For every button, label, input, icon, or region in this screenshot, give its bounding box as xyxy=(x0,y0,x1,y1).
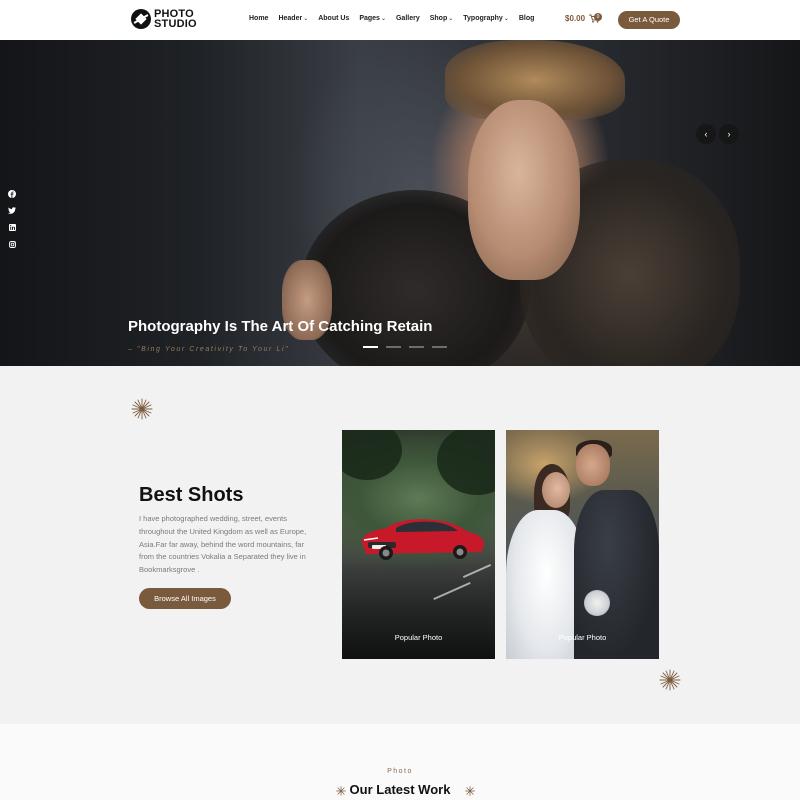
browse-all-images-button[interactable]: Browse All Images xyxy=(139,588,231,609)
section-title: Our Latest Work xyxy=(349,782,451,797)
slider-dot[interactable] xyxy=(409,346,424,348)
logo-line-2: STUDIO xyxy=(154,18,197,30)
section-eyebrow: Photo xyxy=(387,768,413,775)
section-title: Best Shots xyxy=(139,484,244,506)
nav-item-home[interactable]: Home xyxy=(249,15,268,22)
nav-item-about-us[interactable]: About Us xyxy=(318,15,349,22)
slider-prev-button[interactable]: ‹ xyxy=(696,124,716,144)
section-description: I have photographed wedding, street, eve… xyxy=(139,514,307,575)
logo-text: PHOTO STUDIO xyxy=(154,9,197,30)
nav-label: Header xyxy=(278,15,303,22)
nav-item-shop[interactable]: Shop⌄ xyxy=(430,15,454,22)
best-shots-section: Best Shots I have photographed wedding, … xyxy=(0,366,800,724)
photo-caption: Popular Photo xyxy=(394,633,443,642)
chevron-down-icon: ⌄ xyxy=(303,16,309,22)
nav-label: About Us xyxy=(318,15,350,22)
photo-card-car[interactable]: Popular Photo xyxy=(342,430,495,659)
slider-pagination xyxy=(363,346,447,348)
bride-face xyxy=(542,472,570,508)
road-marking xyxy=(462,563,492,579)
slider-dot[interactable] xyxy=(363,346,378,348)
nav-label: Blog xyxy=(518,15,535,22)
red-car-image xyxy=(362,519,484,560)
latest-work-section: Photo Our Latest Work xyxy=(0,724,800,800)
instagram-icon[interactable] xyxy=(8,241,16,250)
bouquet-image xyxy=(584,590,610,616)
nav-label: Typography xyxy=(463,15,503,22)
nav-label: Pages xyxy=(359,15,380,22)
hero-title: Photography Is The Art Of Catching Retai… xyxy=(128,318,433,335)
starburst-icon xyxy=(131,398,153,420)
photo-tree xyxy=(437,430,495,495)
photo-caption: Popular Photo xyxy=(558,633,607,642)
main-nav: Home Header⌄ About Us Pages⌄ Gallery Sho… xyxy=(249,15,544,22)
slider-dot[interactable] xyxy=(386,346,401,348)
starburst-icon xyxy=(465,786,475,796)
cart-count-badge: 0 xyxy=(594,13,602,21)
nav-label: Gallery xyxy=(395,15,420,22)
chevron-down-icon: ⌄ xyxy=(448,16,454,22)
linkedin-icon[interactable] xyxy=(8,224,16,233)
groom-face xyxy=(576,444,610,486)
chevron-down-icon: ⌄ xyxy=(503,16,509,22)
social-links xyxy=(8,190,16,250)
cart-total: $0.00 xyxy=(565,14,586,23)
slider-next-button[interactable]: › xyxy=(719,124,739,144)
nav-item-pages[interactable]: Pages⌄ xyxy=(359,15,386,22)
get-a-quote-button[interactable]: Get A Quote xyxy=(618,11,680,29)
camera-aperture-icon xyxy=(131,9,151,29)
hero-slider: ‹ › Photography Is The Art Of Catching R… xyxy=(0,40,800,366)
nav-item-typography[interactable]: Typography⌄ xyxy=(463,15,509,22)
nav-item-blog[interactable]: Blog xyxy=(519,15,535,22)
slider-dot[interactable] xyxy=(432,346,447,348)
nav-item-header[interactable]: Header⌄ xyxy=(278,15,308,22)
nav-label: Shop xyxy=(429,15,448,22)
chevron-down-icon: ⌄ xyxy=(380,16,386,22)
twitter-icon[interactable] xyxy=(8,207,16,216)
starburst-icon xyxy=(659,669,681,691)
facebook-icon[interactable] xyxy=(8,190,16,199)
photo-card-wedding[interactable]: Popular Photo xyxy=(506,430,659,659)
hero-image-face xyxy=(468,100,580,280)
road-marking xyxy=(433,581,471,601)
nav-label: Home xyxy=(249,15,269,22)
logo[interactable]: PHOTO STUDIO xyxy=(131,9,197,30)
nav-item-gallery[interactable]: Gallery xyxy=(396,15,420,22)
hero-subtitle: – "Bing Your Creativity To Your Li" xyxy=(128,346,290,353)
photo-tree xyxy=(342,430,402,480)
site-header: PHOTO STUDIO Home Header⌄ About Us Pages… xyxy=(0,0,800,40)
